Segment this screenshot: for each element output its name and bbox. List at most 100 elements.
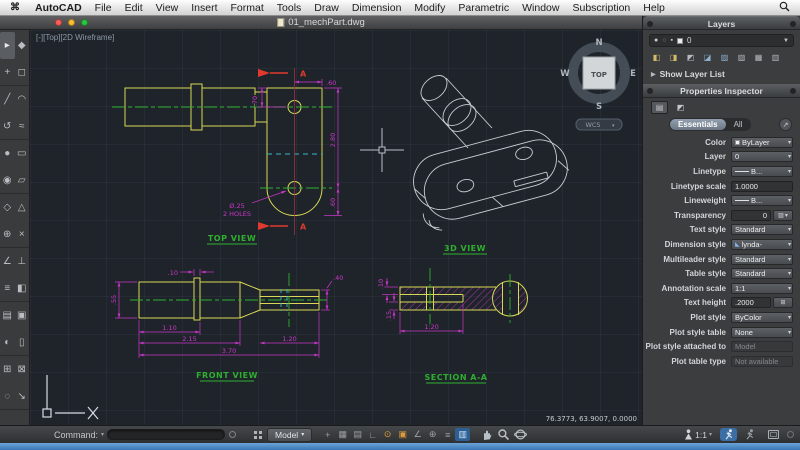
annotation-scale-dropdown[interactable]: 1:1 xyxy=(731,283,793,294)
auto-annotate-icon[interactable] xyxy=(741,428,758,441)
angle-tool-icon[interactable]: ∠ xyxy=(0,248,15,275)
menu-draw[interactable]: Draw xyxy=(314,2,339,14)
object-snap-toggle[interactable]: ▣ xyxy=(395,428,410,441)
extend-tool-icon[interactable]: ▯ xyxy=(15,329,30,356)
command-options-icon[interactable] xyxy=(229,431,236,438)
layers-panel-header[interactable]: Layers xyxy=(643,16,800,30)
spotlight-search-icon[interactable] xyxy=(779,1,790,15)
zoom-window-button[interactable] xyxy=(81,19,88,26)
lineweight-display-toggle[interactable]: ≡ xyxy=(440,428,455,441)
lock-layer-icon[interactable]: ▦ xyxy=(751,51,766,64)
apple-menu-icon[interactable]: ⌘ xyxy=(10,2,20,13)
measure-tool-icon[interactable]: ↘ xyxy=(15,383,30,410)
move-tool-icon[interactable]: + xyxy=(0,59,15,86)
menu-dimension[interactable]: Dimension xyxy=(352,2,402,14)
menu-autocad[interactable]: AutoCAD xyxy=(35,2,82,14)
lasso-tool-icon[interactable]: ◆ xyxy=(15,32,30,59)
menu-help[interactable]: Help xyxy=(643,2,665,14)
close-window-button[interactable] xyxy=(55,19,62,26)
menu-insert[interactable]: Insert xyxy=(191,2,217,14)
gradient-tool-icon[interactable]: ◧ xyxy=(15,275,30,302)
text-height-button[interactable]: ⊞ xyxy=(773,297,793,308)
annotation-scale-button[interactable]: 1:1 ▾ xyxy=(680,428,716,441)
viewcube-north[interactable]: N xyxy=(595,38,602,48)
make-current-icon[interactable]: ◪ xyxy=(700,51,715,64)
erase-tool-icon[interactable]: × xyxy=(15,221,30,248)
snap-mode-toggle[interactable]: + xyxy=(320,428,335,441)
viewport-controls[interactable]: [-][Top][2D Wireframe] xyxy=(36,33,114,42)
diamond-tool-icon[interactable]: ◇ xyxy=(0,194,15,221)
triangle-tool-icon[interactable]: △ xyxy=(15,194,30,221)
select-object-button[interactable]: ↗ xyxy=(779,118,792,131)
text-height-input[interactable]: .2000 xyxy=(731,297,771,308)
trim-tool-icon[interactable]: ⊠ xyxy=(15,356,30,383)
section-view-drawing[interactable]: .10 .15 1.20 SECTION A-A xyxy=(377,268,528,383)
front-view-drawing[interactable]: .10 .55 .40 1.10 2.15 3.70 1.20 FRONT VI… xyxy=(110,269,343,381)
linetype-scale-input[interactable]: 1.0000 xyxy=(731,181,793,192)
grid-table-toggle[interactable]: ▤ xyxy=(350,428,365,441)
annotation-visibility-icon[interactable] xyxy=(720,428,737,441)
command-input[interactable] xyxy=(107,429,225,440)
color-dropdown[interactable]: ByLayer xyxy=(731,137,793,148)
table-tool-icon[interactable]: ▤ xyxy=(0,302,15,329)
polar-tracking-toggle[interactable]: ⊙ xyxy=(380,428,395,441)
menu-subscription[interactable]: Subscription xyxy=(572,2,630,14)
center-mark-tool-icon[interactable]: ⊕ xyxy=(0,221,15,248)
resize-grip-icon[interactable] xyxy=(787,431,794,438)
new-layer-icon[interactable]: ◧ xyxy=(649,51,664,64)
menu-tools[interactable]: Tools xyxy=(277,2,302,14)
transparency-input[interactable]: 0 xyxy=(731,210,771,221)
select-tool-icon[interactable]: ▸ xyxy=(0,32,15,59)
iso-view-drawing[interactable]: 3D VIEW xyxy=(407,71,575,254)
plot-style-dropdown[interactable]: ByColor xyxy=(731,312,793,323)
region-tool-icon[interactable]: ▣ xyxy=(15,302,30,329)
arc-tool-icon[interactable]: ◠ xyxy=(15,86,30,113)
minimize-window-button[interactable] xyxy=(68,19,75,26)
viewcube-west[interactable]: W xyxy=(560,69,570,79)
delete-layer-icon[interactable]: ◨ xyxy=(666,51,681,64)
spline-tool-icon[interactable]: ≈ xyxy=(15,113,30,140)
menu-edit[interactable]: Edit xyxy=(125,2,143,14)
segment-all[interactable]: All xyxy=(726,119,751,130)
table-style-dropdown[interactable]: Standard xyxy=(731,268,793,279)
menu-parametric[interactable]: Parametric xyxy=(458,2,509,14)
properties-panel-header[interactable]: Properties Inspector xyxy=(643,84,800,98)
zoom-magnifier-icon[interactable] xyxy=(497,428,510,441)
revision-cloud-tool-icon[interactable]: ↺ xyxy=(0,113,15,140)
ortho-mode-toggle[interactable]: ∟ xyxy=(365,428,380,441)
layer-states-icon[interactable]: ◩ xyxy=(683,51,698,64)
show-layer-list-toggle[interactable]: ▶ Show Layer List xyxy=(643,66,800,84)
offset-tool-icon[interactable]: ◌ xyxy=(0,383,15,410)
perpendicular-tool-icon[interactable]: ⊥ xyxy=(15,248,30,275)
rectangle-tool-icon[interactable]: ◻ xyxy=(15,59,30,86)
transparency-options-button[interactable]: ▨▾ xyxy=(773,210,793,221)
lineweight-dropdown[interactable]: B... xyxy=(731,195,793,206)
viewcube-south[interactable]: S xyxy=(596,102,602,112)
circle-tool-icon[interactable]: ● xyxy=(0,140,15,167)
viewcube[interactable]: TOP N S W E WCS ▾ xyxy=(560,38,636,130)
orbit-icon[interactable] xyxy=(514,428,527,441)
dynamic-input-toggle[interactable]: ⊕ xyxy=(425,428,440,441)
menu-format[interactable]: Format xyxy=(231,2,264,14)
quick-select-tab[interactable]: ◩ xyxy=(672,101,689,114)
current-layer-dropdown[interactable]: ● ○ ▪ 0 ▼ xyxy=(649,34,794,47)
layer-properties-icon[interactable]: ▥ xyxy=(768,51,783,64)
rectangle-solid-tool-icon[interactable]: ▭ xyxy=(15,140,30,167)
grid-layout-icon[interactable] xyxy=(254,431,262,439)
text-style-dropdown[interactable]: Standard xyxy=(731,224,793,235)
object-snap-tracking-toggle[interactable]: ∠ xyxy=(410,428,425,441)
maximize-view-icon[interactable] xyxy=(768,430,779,439)
layer-previous-icon[interactable]: ▨ xyxy=(717,51,732,64)
menu-file[interactable]: File xyxy=(95,2,112,14)
menu-window[interactable]: Window xyxy=(522,2,559,14)
fillet-tool-icon[interactable]: ◐ xyxy=(0,329,15,356)
top-view-drawing[interactable]: A A xyxy=(112,68,342,244)
object-properties-tab[interactable]: ▤ xyxy=(651,101,668,114)
linetype-dropdown[interactable]: B... xyxy=(731,166,793,177)
dimension-style-dropdown[interactable]: ◣lynda- xyxy=(731,239,793,250)
model-space-button[interactable]: Model▾ xyxy=(267,428,312,442)
freeze-layer-icon[interactable]: ▧ xyxy=(734,51,749,64)
array-tool-icon[interactable]: ⊞ xyxy=(0,356,15,383)
menu-view[interactable]: View xyxy=(156,2,179,14)
hatch-tool-icon[interactable]: ≡ xyxy=(0,275,15,302)
